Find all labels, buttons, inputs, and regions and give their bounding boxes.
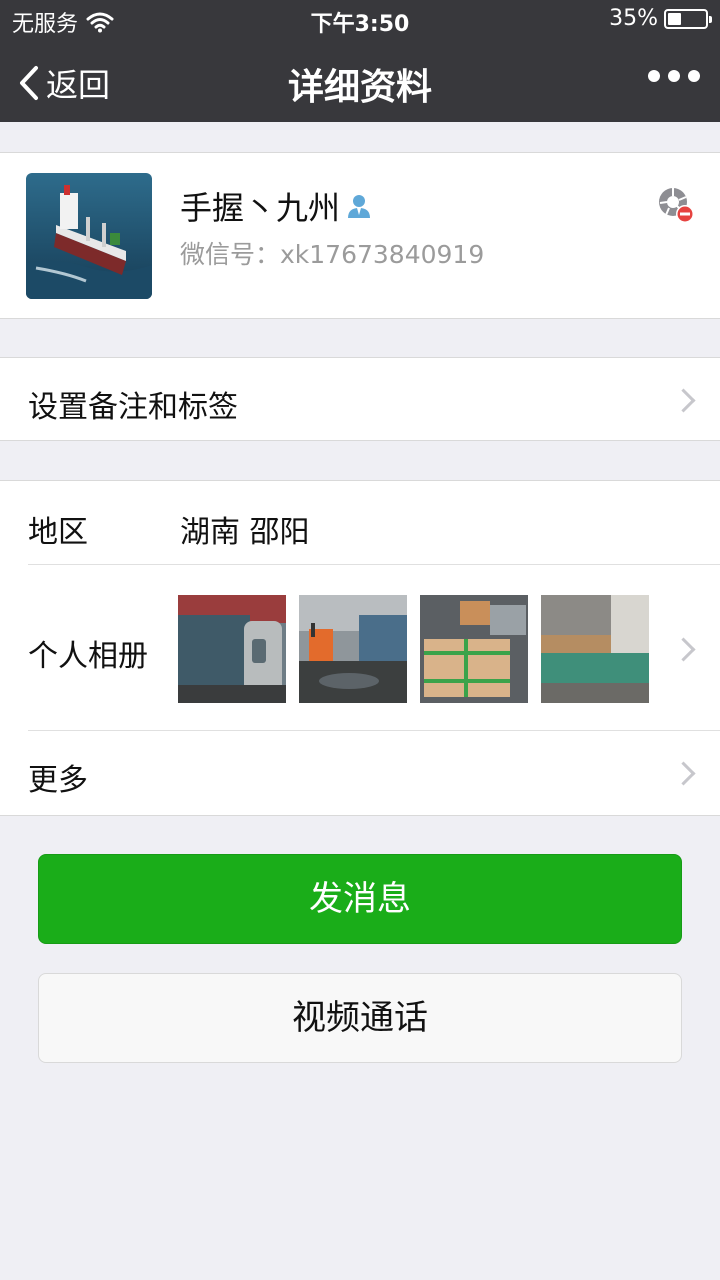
album-label: 个人相册	[28, 639, 148, 674]
battery-icon	[664, 8, 712, 29]
album-photo	[299, 595, 407, 703]
contact-person-icon	[348, 195, 371, 218]
battery-percent: 35%	[609, 6, 658, 31]
send-message-button[interactable]: 发消息	[38, 854, 682, 944]
battery-group: 35%	[609, 6, 712, 31]
set-remark-row[interactable]: 设置备注和标签	[0, 357, 720, 441]
chevron-right-icon	[671, 637, 696, 662]
chevron-right-icon	[671, 388, 696, 413]
divider	[28, 564, 720, 565]
album-photo	[420, 595, 528, 703]
contact-name: 手握丶九州	[180, 189, 341, 227]
set-remark-label: 设置备注和标签	[28, 390, 238, 425]
page-title: 详细资料	[287, 67, 432, 108]
album-photo	[178, 595, 286, 703]
info-section: 地区 湖南 邵阳 个人相册 更多	[0, 480, 720, 816]
chevron-right-icon	[671, 761, 696, 786]
divider	[28, 730, 720, 731]
top-bar: 无服务 下午3:50 35% 返回 详细资料	[0, 0, 720, 122]
contact-name-row: 手握丶九州	[180, 183, 372, 229]
status-bar: 无服务 下午3:50 35%	[0, 0, 720, 40]
profile-card: 手握丶九州 微信号：xk17673840919	[0, 152, 720, 319]
battery-fill	[668, 12, 681, 25]
nav-bar: 返回 详细资料	[0, 40, 720, 122]
video-call-button[interactable]: 视频通话	[38, 973, 682, 1063]
avatar-ship-image	[26, 173, 152, 299]
region-value: 湖南 邵阳	[180, 515, 310, 550]
more-dots-icon[interactable]	[648, 70, 700, 82]
battery-nub	[709, 15, 712, 23]
dot	[648, 70, 660, 82]
region-label: 地区	[28, 515, 88, 550]
more-label: 更多	[28, 763, 88, 798]
wechat-id: 微信号：xk17673840919	[180, 240, 485, 269]
avatar[interactable]	[26, 173, 152, 299]
album-photo	[541, 595, 649, 703]
moments-blocked-icon	[659, 188, 694, 223]
dot	[688, 70, 700, 82]
dot	[668, 70, 680, 82]
